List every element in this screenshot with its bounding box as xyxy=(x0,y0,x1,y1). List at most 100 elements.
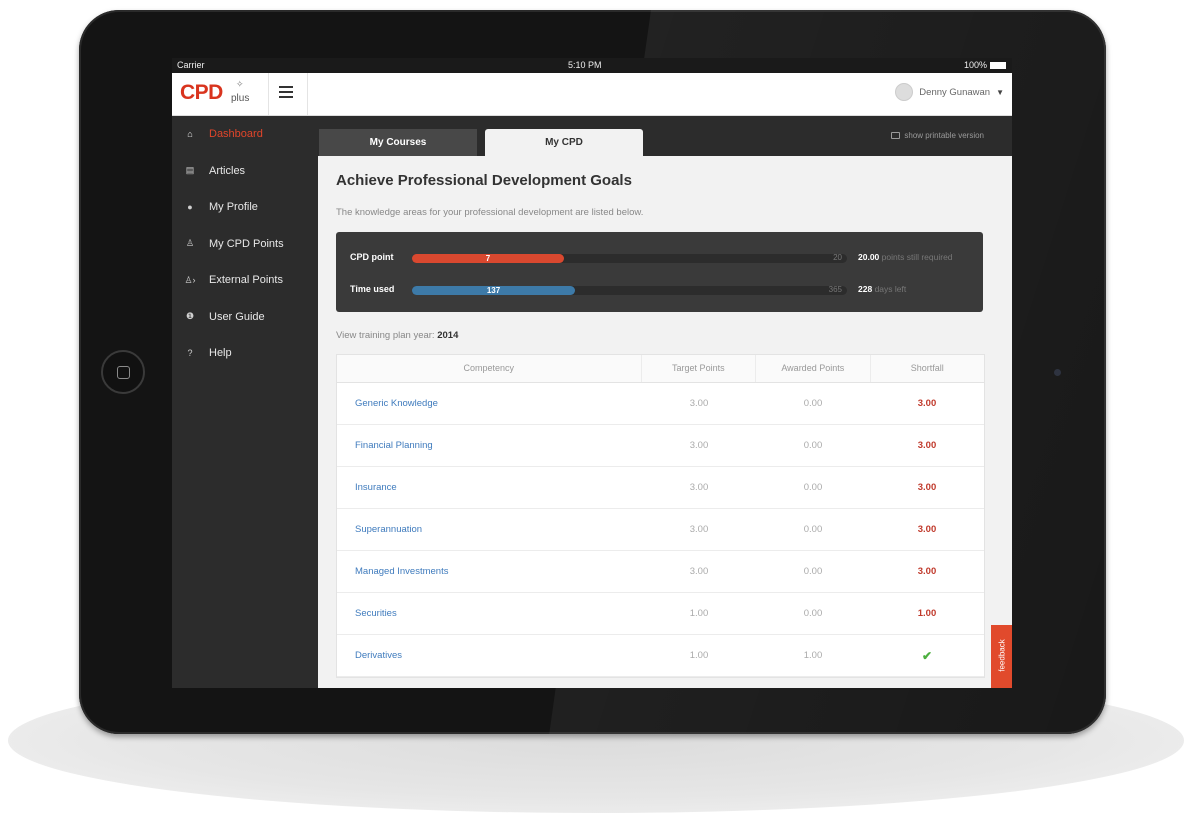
competency-table: Competency Target Points Awarded Points … xyxy=(336,354,985,678)
progress-panel: CPD point 7 20 20.00 points still requir… xyxy=(336,232,983,312)
sidebar-item-my-profile[interactable]: ● My Profile xyxy=(172,189,318,226)
sidebar-item-label: User Guide xyxy=(209,310,265,323)
logo-subtext: plus xyxy=(231,93,250,104)
chevron-down-icon: ▼ xyxy=(996,87,1004,97)
competency-link[interactable]: Managed Investments xyxy=(337,566,642,577)
cpd-point-track: 7 xyxy=(412,254,847,263)
info-icon: ❶ xyxy=(185,311,195,322)
tab-my-cpd[interactable]: My CPD xyxy=(485,129,643,156)
divider xyxy=(268,73,269,115)
training-plan-year[interactable]: 2014 xyxy=(437,330,458,341)
awarded-points: 0.00 xyxy=(803,440,823,451)
printable-version-link[interactable]: show printable version xyxy=(891,131,984,140)
feedback-tab[interactable]: feedback xyxy=(991,625,1012,688)
app-screen: Carrier 5:10 PM 100% CPD ✧ plus Denny Gu… xyxy=(172,58,1012,688)
cpd-plus-logo[interactable]: CPD ✧ plus xyxy=(180,79,249,107)
user-menu[interactable]: Denny Gunawan ▼ xyxy=(895,83,1004,101)
column-header-competency: Competency xyxy=(337,355,642,382)
competency-link[interactable]: Superannuation xyxy=(337,524,642,535)
sidebar-item-label: External Points xyxy=(209,274,283,287)
divider xyxy=(307,73,308,115)
awarded-points: 1.00 xyxy=(803,650,823,661)
competency-link[interactable]: Derivatives xyxy=(337,650,642,661)
tab-bar: My Courses My CPD show printable version xyxy=(318,116,1012,156)
sidebar-item-label: Dashboard xyxy=(209,128,263,141)
hamburger-menu-icon[interactable] xyxy=(279,86,293,98)
shortfall-value: 3.00 xyxy=(917,566,937,577)
home-button[interactable] xyxy=(101,350,145,394)
battery-icon xyxy=(990,62,1006,69)
home-icon: ⌂ xyxy=(187,129,193,140)
sidebar-item-help[interactable]: ? Help xyxy=(172,335,318,372)
competency-link[interactable]: Generic Knowledge xyxy=(337,398,642,409)
status-bar: Carrier 5:10 PM 100% xyxy=(172,58,1012,73)
sidebar-item-label: Articles xyxy=(209,164,246,177)
tab-my-courses[interactable]: My Courses xyxy=(319,129,477,156)
sidebar-item-dashboard[interactable]: ⌂ Dashboard xyxy=(172,116,318,153)
target-points: 3.00 xyxy=(689,524,709,535)
shortfall-value: 3.00 xyxy=(917,482,937,493)
table-header: Competency Target Points Awarded Points … xyxy=(337,355,984,383)
home-square-icon xyxy=(117,366,130,379)
column-header-target-points: Target Points xyxy=(642,355,757,382)
logo-bird-icon: ✧ xyxy=(236,79,244,89)
target-points: 3.00 xyxy=(689,482,709,493)
sidebar: ⌂ Dashboard ▤ Articles ● My Profile ♙ My CPD… xyxy=(172,116,318,688)
page-title: Achieve Professional Development Goals xyxy=(336,172,632,189)
awarded-points: 0.00 xyxy=(803,482,823,493)
user-points-icon: ♙ xyxy=(185,238,195,249)
target-points: 1.00 xyxy=(689,650,709,661)
printer-icon xyxy=(891,132,901,139)
feedback-label: feedback xyxy=(997,639,1007,672)
time-used-value: 137 xyxy=(486,286,501,295)
avatar xyxy=(895,83,914,101)
awarded-points: 0.00 xyxy=(803,608,823,619)
awarded-points: 0.00 xyxy=(803,566,823,577)
user-icon: ● xyxy=(187,202,193,213)
table-row: Insurance 3.00 0.00 3.00 xyxy=(337,467,984,509)
app-header: CPD ✧ plus Denny Gunawan ▼ xyxy=(172,73,1012,116)
sidebar-item-external-points[interactable]: ♙› External Points xyxy=(172,262,318,299)
sidebar-item-my-cpd-points[interactable]: ♙ My CPD Points xyxy=(172,226,318,263)
printable-label: show printable version xyxy=(904,131,984,140)
time-used-label: Time used xyxy=(350,284,395,294)
training-plan-selector[interactable]: View training plan year: 2014 xyxy=(336,330,458,341)
cpd-point-value: 7 xyxy=(485,254,491,263)
competency-link[interactable]: Securities xyxy=(337,608,642,619)
target-points: 3.00 xyxy=(689,398,709,409)
logo-text: CPD xyxy=(180,81,223,104)
table-row: Financial Planning 3.00 0.00 3.00 xyxy=(337,425,984,467)
clock: 5:10 PM xyxy=(568,60,602,70)
document-icon: ▤ xyxy=(185,165,195,176)
column-header-shortfall: Shortfall xyxy=(910,363,944,373)
external-points-icon: ♙› xyxy=(184,274,196,285)
battery-indicator: 100% xyxy=(964,58,1006,73)
shortfall-value: 3.00 xyxy=(917,524,937,535)
target-points: 3.00 xyxy=(689,566,709,577)
sidebar-item-label: My CPD Points xyxy=(209,237,284,250)
time-used-bar: 137 xyxy=(412,286,575,295)
days-left-value: 228 xyxy=(858,284,873,294)
check-icon: ✔ xyxy=(870,649,984,663)
sidebar-item-user-guide[interactable]: ❶ User Guide xyxy=(172,299,318,336)
cpd-point-label: CPD point xyxy=(350,252,394,262)
camera-icon xyxy=(1054,369,1061,376)
sidebar-item-label: Help xyxy=(209,347,232,360)
table-row: Securities 1.00 0.00 1.00 xyxy=(337,593,984,635)
shortfall-value: 3.00 xyxy=(917,440,937,451)
sidebar-item-articles[interactable]: ▤ Articles xyxy=(172,153,318,190)
table-row: Derivatives 1.00 1.00 ✔ xyxy=(337,635,984,677)
battery-percent: 100% xyxy=(963,60,987,70)
training-plan-label: View training plan year: xyxy=(336,330,435,341)
awarded-points: 0.00 xyxy=(803,398,823,409)
table-row: Generic Knowledge 3.00 0.00 3.00 xyxy=(337,383,984,425)
shortfall-value: 3.00 xyxy=(917,398,937,409)
competency-link[interactable]: Financial Planning xyxy=(337,440,642,451)
carrier-label: Carrier xyxy=(177,60,205,70)
table-row: Managed Investments 3.00 0.00 3.00 xyxy=(337,551,984,593)
time-used-track: 137 xyxy=(412,286,847,295)
main-content: My Courses My CPD show printable version… xyxy=(318,116,1012,688)
competency-link[interactable]: Insurance xyxy=(337,482,642,493)
time-used-note: 228 days left xyxy=(858,284,906,294)
table-row: Superannuation 3.00 0.00 3.00 xyxy=(337,509,984,551)
